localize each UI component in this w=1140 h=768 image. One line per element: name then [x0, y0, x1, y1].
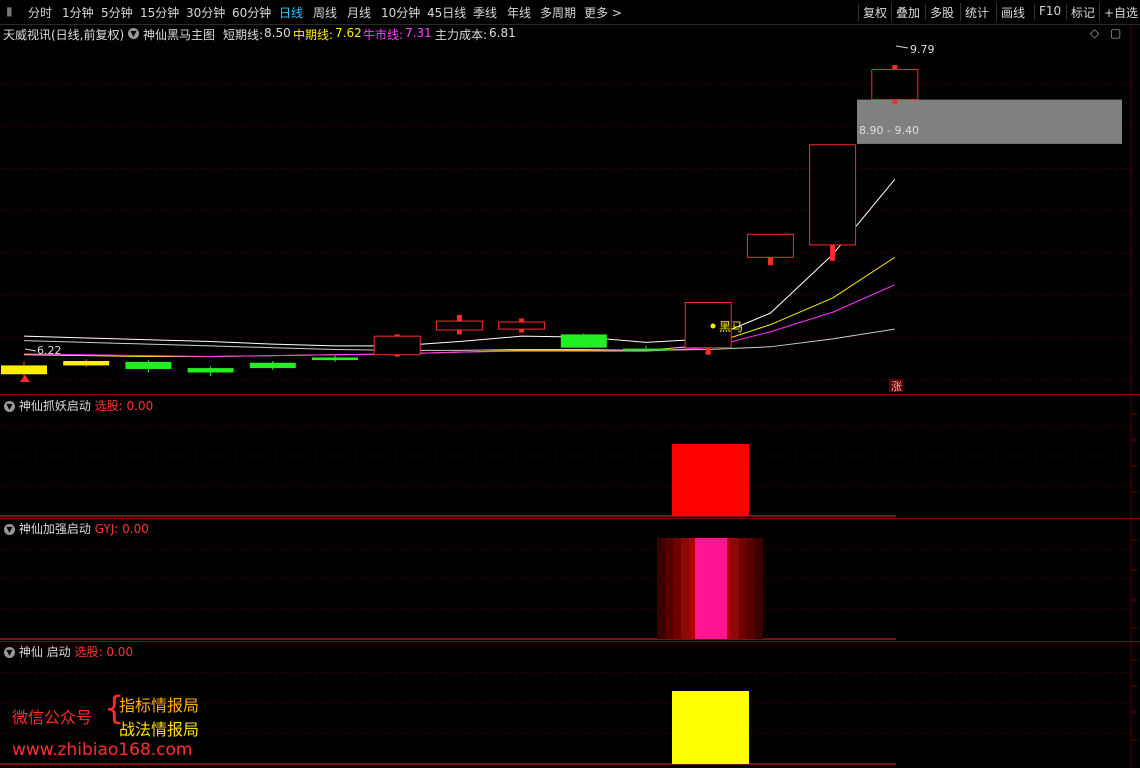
panel2-gradient-bar: [665, 538, 673, 639]
panel1-bar: [672, 444, 749, 516]
up-arrow-icon: [20, 375, 30, 382]
panel2-gradient-bar: [681, 538, 689, 639]
candle-body: [187, 368, 234, 373]
panel2-gradient-bar: [739, 538, 747, 639]
high-price-arrow: [895, 45, 909, 49]
range-label: 8.90 - 9.40: [859, 124, 919, 137]
watermark-prefix: 微信公众号: [12, 708, 93, 727]
candle-body: [746, 233, 794, 258]
panel2-gradient-bar: [755, 538, 763, 639]
low-price-label: 6.22: [37, 344, 62, 357]
panel-3-title[interactable]: ▼ 神仙 启动 选股: 0.00: [4, 643, 133, 660]
candle-body: [312, 357, 358, 361]
candle-body: [498, 321, 546, 330]
panel-divider: [0, 518, 1140, 519]
signal-label: 黑马: [719, 320, 743, 334]
panel-toggle-icon[interactable]: ▼: [4, 401, 15, 412]
panel-1-title[interactable]: ▼ 神仙抓妖启动 选股: 0.00: [4, 397, 153, 414]
candle-body: [809, 144, 857, 246]
panel2-bar: [695, 538, 727, 639]
panel2-gradient-bar: [731, 538, 739, 639]
kline-chart[interactable]: 9.79 6.22 8.90 - 9.40 黑马涨: [0, 0, 1140, 768]
signal-dot: [710, 323, 716, 329]
panel2-gradient-bar: [747, 538, 755, 639]
panel3-bar: [672, 691, 749, 764]
watermark-url: www.zhibiao168.com: [12, 740, 193, 760]
candle-body: [435, 320, 483, 331]
low-price-arrow: [24, 348, 37, 352]
range-box: [857, 99, 1122, 144]
candle-body: [63, 360, 110, 366]
high-price-label: 9.79: [910, 43, 935, 56]
candle-body: [871, 68, 919, 101]
candle-body: [373, 335, 421, 356]
candle-body: [249, 362, 296, 369]
panel-divider: [0, 394, 1140, 395]
panel-divider: [0, 641, 1140, 642]
candle-body: [560, 334, 607, 348]
watermark-line2: 战法情报局: [119, 720, 200, 739]
panel2-gradient-bar: [657, 538, 665, 639]
watermark-line1: 指标情报局: [119, 696, 200, 715]
panel-toggle-icon[interactable]: ▼: [4, 524, 15, 535]
candle-body: [623, 348, 669, 351]
panel-toggle-icon[interactable]: ▼: [4, 647, 15, 658]
candle-body: [125, 361, 172, 369]
rise-badge: 涨: [891, 380, 902, 393]
candle-body: [1, 365, 47, 375]
panel-2-title[interactable]: ▼ 神仙加强启动 GYJ: 0.00: [4, 520, 149, 537]
panel2-gradient-bar: [673, 538, 681, 639]
